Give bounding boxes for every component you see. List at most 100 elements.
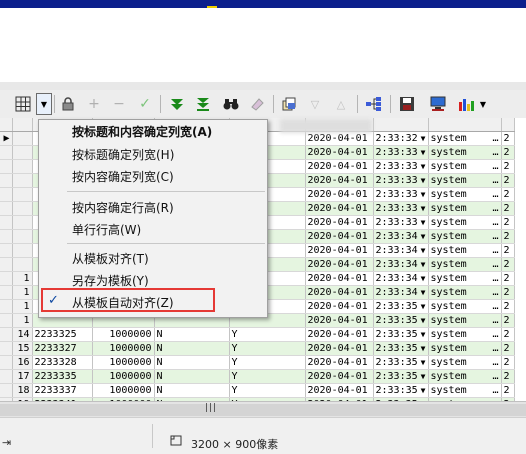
date-cell[interactable]: 2020-04-01: [305, 145, 374, 160]
row-selector[interactable]: [0, 271, 13, 286]
row-number[interactable]: 18: [12, 383, 33, 398]
row-selector[interactable]: [0, 355, 13, 370]
header-cell[interactable]: [428, 118, 502, 132]
ellipsis-button[interactable]: …: [492, 132, 498, 145]
last-cell[interactable]: 2: [501, 229, 515, 244]
id-cell[interactable]: 2233335: [32, 369, 93, 384]
user-cell[interactable]: system…: [428, 145, 502, 160]
ellipsis-button[interactable]: …: [492, 272, 498, 285]
row-selector[interactable]: [0, 383, 13, 398]
move-down-icon[interactable]: [166, 93, 188, 115]
header-cell[interactable]: [501, 118, 515, 132]
last-cell[interactable]: 2: [501, 355, 515, 370]
tree-icon[interactable]: [363, 93, 385, 115]
row-number[interactable]: [12, 159, 33, 174]
last-cell[interactable]: 2: [501, 257, 515, 272]
ellipsis-button[interactable]: …: [492, 202, 498, 215]
time-cell[interactable]: 2:33:35▼: [373, 341, 429, 356]
time-cell[interactable]: 2:33:33 ▼: [373, 173, 429, 188]
chart-dropdown-icon[interactable]: ▼: [476, 93, 490, 115]
user-cell[interactable]: system…: [428, 299, 502, 314]
dropdown-arrow-icon[interactable]: ▼: [421, 146, 426, 159]
time-cell[interactable]: 2:33:35▼: [373, 313, 429, 328]
user-cell[interactable]: system…: [428, 257, 502, 272]
ellipsis-button[interactable]: …: [492, 384, 498, 397]
header-cell[interactable]: [12, 118, 33, 132]
flag-cell[interactable]: N: [154, 383, 230, 398]
user-cell[interactable]: system…: [428, 159, 502, 174]
row-number[interactable]: 14: [12, 327, 33, 342]
date-cell[interactable]: 2020-04-01: [305, 299, 374, 314]
dropdown-arrow-icon[interactable]: ▼: [421, 174, 426, 187]
header-cell[interactable]: [0, 118, 13, 132]
flag-cell[interactable]: Y: [229, 355, 306, 370]
current-row-marker-icon[interactable]: ▶: [0, 131, 13, 146]
dropdown-arrow-icon[interactable]: ▼: [421, 328, 426, 341]
last-cell[interactable]: 2: [501, 187, 515, 202]
dropdown-arrow-icon[interactable]: ▼: [421, 230, 426, 243]
row-number[interactable]: [12, 201, 33, 216]
last-cell[interactable]: 2: [501, 131, 515, 146]
ellipsis-button[interactable]: …: [492, 370, 498, 383]
time-cell[interactable]: 2:33:33 ▼: [373, 187, 429, 202]
dropdown-arrow-icon[interactable]: ▼: [421, 356, 426, 369]
user-cell[interactable]: system…: [428, 215, 502, 230]
time-cell[interactable]: 2:33:34 ▼: [373, 285, 429, 300]
copy-icon[interactable]: [278, 93, 300, 115]
id-cell[interactable]: 2233325: [32, 327, 93, 342]
row-selector[interactable]: [0, 201, 13, 216]
flag-cell[interactable]: Y: [229, 383, 306, 398]
chart-icon[interactable]: [455, 93, 477, 115]
last-cell[interactable]: 2: [501, 299, 515, 314]
date-cell[interactable]: 2020-04-01: [305, 201, 374, 216]
row-selector[interactable]: [0, 299, 13, 314]
date-cell[interactable]: 2020-04-01: [305, 257, 374, 272]
row-number[interactable]: 1: [12, 285, 33, 300]
ellipsis-button[interactable]: …: [492, 216, 498, 229]
time-cell[interactable]: 2:33:34 ▼: [373, 243, 429, 258]
date-cell[interactable]: 2020-04-01: [305, 341, 374, 356]
row-selector[interactable]: [0, 341, 13, 356]
user-cell[interactable]: system…: [428, 327, 502, 342]
ellipsis-button[interactable]: …: [492, 258, 498, 271]
ellipsis-button[interactable]: …: [492, 188, 498, 201]
dropdown-arrow-icon[interactable]: ▼: [421, 202, 426, 215]
lock-icon[interactable]: [57, 93, 79, 115]
dropdown-arrow-icon[interactable]: ▼: [421, 342, 426, 355]
menu-item-autofit-title-content[interactable]: 按标题和内容确定列宽(A): [72, 123, 212, 141]
id-cell[interactable]: 2233327: [32, 341, 93, 356]
row-number[interactable]: 1: [12, 299, 33, 314]
menu-item-fit-content[interactable]: 按内容确定列宽(C): [72, 168, 174, 186]
row-selector[interactable]: [0, 369, 13, 384]
date-cell[interactable]: 2020-04-01: [305, 369, 374, 384]
row-selector[interactable]: [0, 285, 13, 300]
horizontal-scrollbar[interactable]: |||: [0, 401, 526, 418]
last-cell[interactable]: 2: [501, 159, 515, 174]
ellipsis-button[interactable]: …: [492, 244, 498, 257]
time-cell[interactable]: 2:33:35▼: [373, 383, 429, 398]
dropdown-arrow-icon[interactable]: ▼: [421, 300, 426, 313]
date-cell[interactable]: 2020-04-01: [305, 355, 374, 370]
triangle-up-icon[interactable]: △: [330, 93, 352, 115]
dropdown-arrow-icon[interactable]: ▼: [36, 93, 52, 115]
dropdown-arrow-icon[interactable]: ▼: [421, 370, 426, 383]
last-cell[interactable]: 2: [501, 285, 515, 300]
row-selector[interactable]: [0, 215, 13, 230]
flag-cell[interactable]: N: [154, 341, 230, 356]
last-cell[interactable]: 2: [501, 215, 515, 230]
user-cell[interactable]: system…: [428, 383, 502, 398]
row-selector[interactable]: [0, 313, 13, 328]
dropdown-arrow-icon[interactable]: ▼: [421, 188, 426, 201]
dropdown-arrow-icon[interactable]: ▼: [421, 286, 426, 299]
menu-item-fit-row-height[interactable]: 按内容确定行高(R): [72, 199, 174, 217]
menu-item-single-row-height[interactable]: 单行行高(W): [72, 221, 141, 239]
header-cell[interactable]: [373, 118, 429, 132]
table-row[interactable]: 14 2233325 1000000 N Y 2020-04-01 2:33:35 ▼ syst…: [0, 327, 515, 342]
time-cell[interactable]: 2:33:34 ▼: [373, 271, 429, 286]
row-number[interactable]: 17: [12, 369, 33, 384]
last-cell[interactable]: 2: [501, 145, 515, 160]
user-cell[interactable]: system…: [428, 355, 502, 370]
last-cell[interactable]: 2: [501, 271, 515, 286]
row-number[interactable]: [12, 257, 33, 272]
row-number[interactable]: [12, 131, 33, 146]
